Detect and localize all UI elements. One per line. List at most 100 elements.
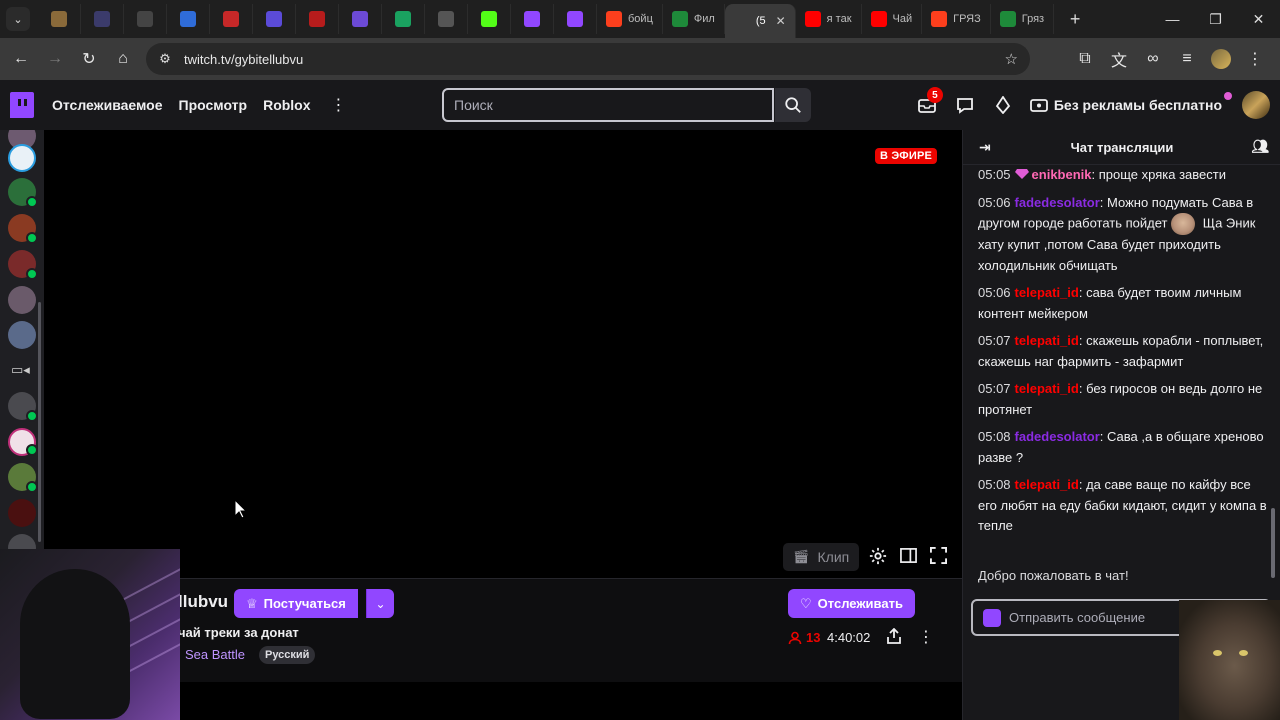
- theatre-mode-icon[interactable]: [900, 547, 917, 564]
- browser-tab[interactable]: Гряз: [991, 4, 1055, 34]
- site-info-icon[interactable]: ⚙: [150, 51, 180, 67]
- cat-eye: [1213, 650, 1222, 656]
- browser-tab[interactable]: бойц: [597, 4, 663, 34]
- subscribe-button[interactable]: ♕ Постучаться: [234, 589, 358, 618]
- browser-tab[interactable]: [296, 4, 339, 34]
- twitch-logo-icon[interactable]: [10, 92, 34, 118]
- user-avatar[interactable]: [1242, 91, 1270, 119]
- settings-gear-icon[interactable]: [869, 547, 887, 565]
- twitch-top-nav: Отслеживаемое Просмотр Roblox ⋮ 5 Без ре…: [0, 80, 1280, 130]
- close-tab-icon[interactable]: ✕: [776, 14, 786, 28]
- back-button[interactable]: ←: [4, 42, 38, 76]
- bookmark-star-icon[interactable]: ☆: [1005, 50, 1018, 68]
- chat-username[interactable]: telepati_id: [1015, 381, 1079, 396]
- media-controls-icon[interactable]: ≡: [1170, 42, 1204, 76]
- reload-button[interactable]: ↻: [72, 42, 106, 76]
- forward-button[interactable]: →: [38, 42, 72, 76]
- browser-tab[interactable]: [339, 4, 382, 34]
- profile-avatar[interactable]: [1204, 42, 1238, 76]
- twitch-icon: [567, 11, 583, 27]
- tab-list: бойц Фил (5 ✕ я так Чай ГРЯЗ Гряз: [38, 0, 1055, 38]
- hd-icon: [999, 11, 1016, 27]
- clapperboard-icon: 🎬︎: [793, 549, 810, 564]
- maximize-button[interactable]: ❐: [1194, 0, 1237, 38]
- chat-username[interactable]: telepati_id: [1015, 285, 1079, 300]
- channel-avatar[interactable]: [8, 144, 36, 172]
- browser-tab[interactable]: Чай: [862, 4, 923, 34]
- browser-tab[interactable]: (5 ✕: [724, 4, 796, 38]
- browser-tab[interactable]: [167, 4, 210, 34]
- chat-username[interactable]: telepati_id: [1015, 477, 1079, 492]
- chat-username[interactable]: fadedesolator: [1015, 429, 1100, 444]
- extensions-icon[interactable]: ⧉: [1068, 42, 1102, 76]
- ad-free-button[interactable]: Без рекламы бесплатно: [1022, 90, 1232, 120]
- stream-title: чай треки за донат: [178, 625, 299, 640]
- tab-search-button[interactable]: ⌄: [6, 7, 30, 31]
- minimize-button[interactable]: —: [1151, 0, 1194, 38]
- whispers-icon: [956, 97, 973, 114]
- search-input[interactable]: [442, 88, 774, 122]
- chat-username[interactable]: telepati_id: [1015, 333, 1079, 348]
- address-bar[interactable]: ⚙ twitch.tv/gybitellubvu ☆: [146, 43, 1030, 75]
- browser-tab[interactable]: [425, 4, 468, 34]
- chat-emote-icon[interactable]: [1171, 213, 1196, 235]
- viewer-count: 13: [788, 630, 820, 645]
- search-bar: [442, 88, 811, 122]
- browser-tab[interactable]: [124, 4, 167, 34]
- translate-icon[interactable]: 文: [1102, 42, 1136, 76]
- follow-button[interactable]: ♡ Отслеживать: [788, 589, 915, 618]
- channel-name[interactable]: llubvu: [178, 592, 228, 612]
- channel-avatar[interactable]: [8, 286, 36, 314]
- new-indicator-dot: [1224, 92, 1232, 100]
- browser-tab[interactable]: Фил: [663, 4, 725, 34]
- new-tab-button[interactable]: +: [1060, 9, 1090, 30]
- subscriber-badge-icon[interactable]: [1014, 168, 1029, 180]
- live-badge-icon: [26, 481, 38, 493]
- browser-tab[interactable]: ГРЯЗ: [922, 4, 991, 34]
- browser-menu-icon[interactable]: ⋮: [1238, 42, 1272, 76]
- browser-tab[interactable]: я так: [796, 4, 862, 34]
- channel-avatar[interactable]: [8, 499, 36, 527]
- live-badge-icon: [26, 410, 38, 422]
- clip-button[interactable]: 🎬︎ Клип: [783, 543, 860, 571]
- home-button[interactable]: ⌂: [106, 42, 140, 76]
- subscribe-dropdown-button[interactable]: ⌄: [366, 589, 394, 618]
- browser-tab[interactable]: [38, 4, 81, 34]
- community-users-icon[interactable]: 👥︎: [1251, 138, 1269, 155]
- browser-tab[interactable]: [554, 4, 597, 34]
- browser-tab[interactable]: [468, 4, 511, 34]
- video-player[interactable]: [44, 130, 962, 578]
- whispers-button[interactable]: [946, 80, 984, 130]
- more-menu-icon[interactable]: ⋮: [331, 95, 347, 115]
- game-category-link[interactable]: Sea Battle: [185, 647, 245, 662]
- browser-tab[interactable]: [253, 4, 296, 34]
- browser-tab[interactable]: [511, 4, 554, 34]
- nav-link-roblox[interactable]: Roblox: [263, 97, 310, 113]
- search-button[interactable]: [775, 88, 811, 122]
- browser-tab[interactable]: [382, 4, 425, 34]
- browser-tab[interactable]: [210, 4, 253, 34]
- tab-title: бойц: [628, 13, 653, 25]
- channel-avatar[interactable]: [8, 321, 36, 349]
- share-icon[interactable]: [886, 628, 902, 644]
- nav-right-group: 5 Без рекламы бесплатно: [908, 80, 1280, 130]
- close-window-button[interactable]: ✕: [1237, 0, 1280, 38]
- chat-text: : проще хряка завести: [1091, 167, 1226, 182]
- chat-scrollbar[interactable]: [1271, 508, 1275, 578]
- nav-link-following[interactable]: Отслеживаемое: [52, 97, 163, 113]
- nav-link-browse[interactable]: Просмотр: [179, 97, 248, 113]
- chat-identity-icon[interactable]: [983, 608, 1001, 627]
- chat-username[interactable]: enikbenik: [1032, 167, 1092, 182]
- more-options-icon[interactable]: ⋮: [918, 627, 934, 647]
- chat-username[interactable]: fadedesolator: [1015, 195, 1100, 210]
- link-icon[interactable]: ∞: [1136, 42, 1170, 76]
- language-tag[interactable]: Русский: [259, 646, 316, 664]
- clip-label: Клип: [817, 549, 850, 565]
- mask-icon: [223, 11, 239, 27]
- collapse-chat-icon[interactable]: ⇥: [979, 139, 991, 156]
- fullscreen-icon[interactable]: [930, 547, 947, 564]
- browser-tab[interactable]: [81, 4, 124, 34]
- bits-button[interactable]: [984, 80, 1022, 130]
- sidebar-scrollbar[interactable]: [38, 302, 41, 542]
- inbox-button[interactable]: 5: [908, 80, 946, 130]
